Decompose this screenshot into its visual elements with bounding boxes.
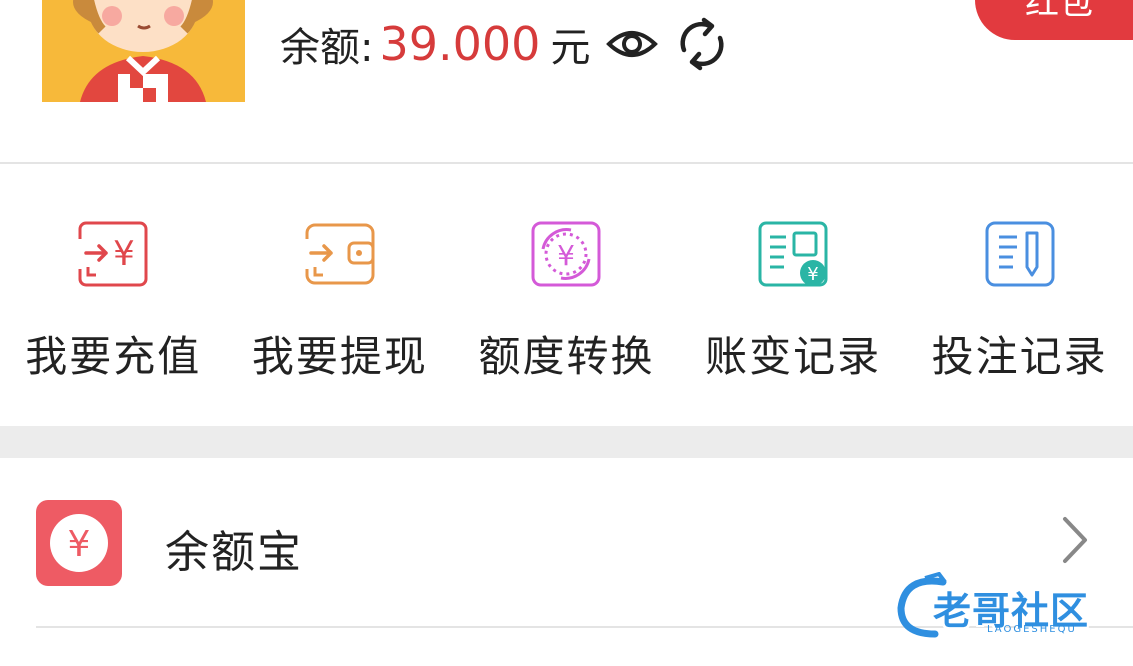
watermark: 老哥社区 LAOGESHEQU	[895, 572, 1125, 642]
action-label: 额度转换	[478, 332, 655, 381]
refresh-icon[interactable]	[674, 16, 730, 72]
avatar-cartoon-icon	[42, 0, 245, 102]
balance-row: 余额: 39.000 元	[280, 14, 730, 74]
yuebao-icon: ¥	[36, 500, 122, 586]
svg-text:¥: ¥	[807, 264, 818, 285]
redpacket-button[interactable]: 红包	[975, 0, 1133, 40]
balance-label: 余额:	[280, 25, 374, 71]
svg-text:¥: ¥	[113, 234, 135, 274]
wallet-page: 余额: 39.000 元 红包 ¥ 我要充值 我要提现 ¥ 额度转换 ¥ 账变记…	[0, 0, 1133, 666]
action-account-change[interactable]: ¥ 账变记录	[680, 164, 907, 426]
section-separator	[0, 426, 1133, 458]
action-label: 我要充值	[25, 332, 202, 381]
action-label: 投注记录	[931, 332, 1108, 381]
list-item-label: 余额宝	[165, 527, 303, 578]
action-recharge[interactable]: ¥ 我要充值	[0, 164, 227, 426]
withdraw-wallet-icon	[302, 223, 375, 285]
action-label: 我要提现	[251, 332, 428, 381]
recharge-icon: ¥	[76, 221, 148, 287]
eye-icon[interactable]	[606, 24, 659, 64]
chevron-right-icon	[1063, 517, 1087, 563]
action-quota-exchange[interactable]: ¥ 额度转换	[453, 164, 680, 426]
avatar[interactable]	[42, 0, 245, 102]
yuebao-icon-symbol: ¥	[68, 524, 91, 565]
balance-value: 39.000	[379, 17, 541, 71]
account-change-icon: ¥	[758, 221, 828, 287]
account-header: 余额: 39.000 元 红包	[0, 0, 1133, 162]
quick-actions: ¥ 我要充值 我要提现 ¥ 额度转换 ¥ 账变记录 投注记录	[0, 164, 1133, 426]
action-withdraw[interactable]: 我要提现	[227, 164, 454, 426]
bet-record-icon	[985, 221, 1055, 287]
svg-text:¥: ¥	[558, 239, 576, 272]
action-label: 账变记录	[705, 332, 882, 381]
action-bet-record[interactable]: 投注记录	[906, 164, 1133, 426]
balance-unit: 元	[550, 25, 591, 71]
watermark-subtext: LAOGESHEQU	[987, 624, 1077, 635]
quota-exchange-icon: ¥	[531, 221, 601, 287]
